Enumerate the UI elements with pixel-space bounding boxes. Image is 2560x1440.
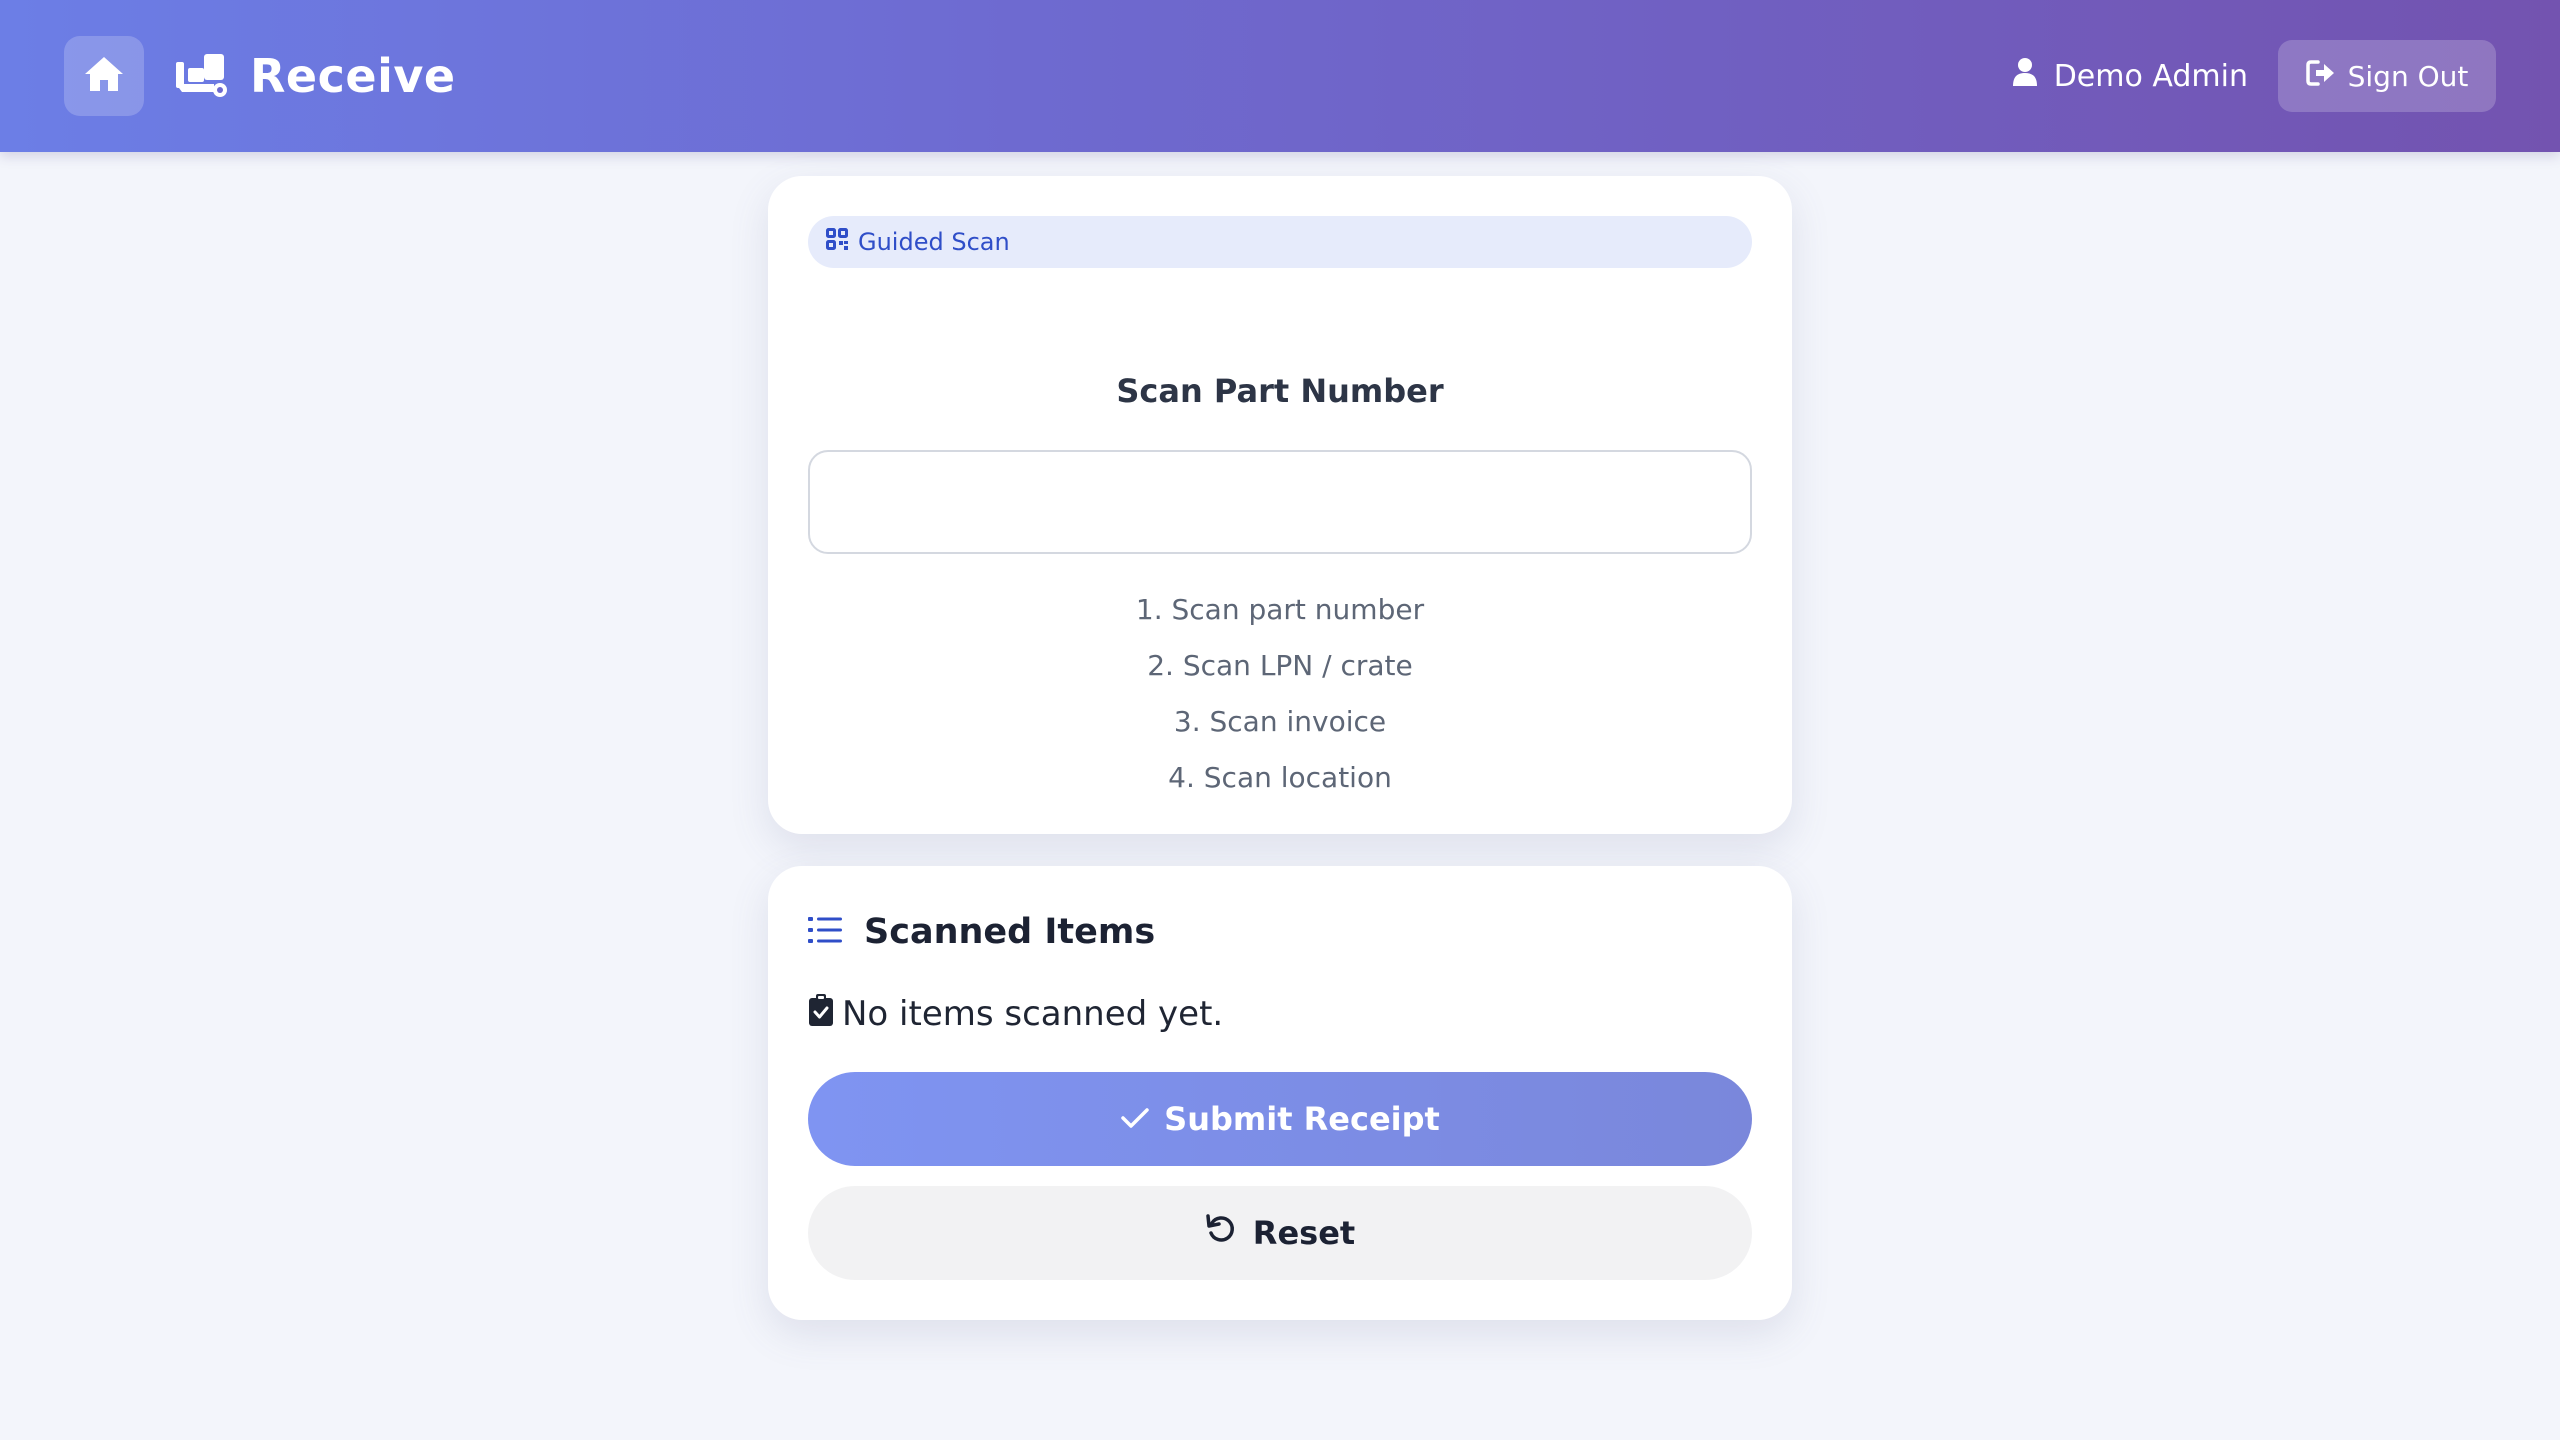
scan-step: 2. Scan LPN / crate (1147, 649, 1413, 682)
submit-receipt-button[interactable]: Submit Receipt (808, 1072, 1752, 1166)
scan-step: 1. Scan part number (1135, 593, 1425, 626)
qrcode-icon (826, 228, 848, 256)
user-info: Demo Admin (2012, 50, 2248, 102)
scan-steps-list: 1. Scan part number 2. Scan LPN / crate … (768, 582, 1792, 806)
scanned-items-card: Scanned Items No items scanned yet. Subm… (768, 866, 1792, 1320)
page-title: Receive (250, 49, 456, 103)
scan-card: Guided Scan Scan Part Number 1. Scan par… (768, 176, 1792, 834)
undo-icon (1205, 1213, 1237, 1253)
submit-receipt-label: Submit Receipt (1164, 1100, 1440, 1138)
check-icon (1120, 1100, 1150, 1138)
dolly-icon (174, 50, 232, 102)
brand: Receive (174, 44, 456, 108)
sign-out-icon (2305, 59, 2336, 94)
sign-out-button[interactable]: Sign Out (2278, 40, 2496, 112)
reset-button[interactable]: Reset (808, 1186, 1752, 1280)
sign-out-label: Sign Out (2347, 59, 2469, 93)
scan-input[interactable] (808, 450, 1752, 554)
user-icon (2012, 57, 2038, 95)
clipboard-check-icon (808, 993, 834, 1036)
scan-heading: Scan Part Number (1116, 372, 1444, 410)
guided-scan-label: Guided Scan (858, 228, 1010, 256)
app-header: Receive Demo Admin Sign Out (0, 0, 2560, 152)
reset-label: Reset (1252, 1214, 1356, 1252)
guided-scan-badge: Guided Scan (808, 216, 1752, 268)
empty-message: No items scanned yet. (842, 994, 1224, 1034)
home-button[interactable] (64, 36, 144, 116)
list-icon (808, 915, 842, 949)
user-name: Demo Admin (2053, 58, 2248, 94)
scanned-items-title: Scanned Items (864, 912, 1156, 952)
empty-state: No items scanned yet. (808, 988, 1223, 1040)
scanned-items-header: Scanned Items (808, 906, 1155, 958)
scan-step: 4. Scan location (1168, 761, 1392, 794)
home-icon (83, 55, 125, 97)
scan-step: 3. Scan invoice (1173, 705, 1387, 738)
